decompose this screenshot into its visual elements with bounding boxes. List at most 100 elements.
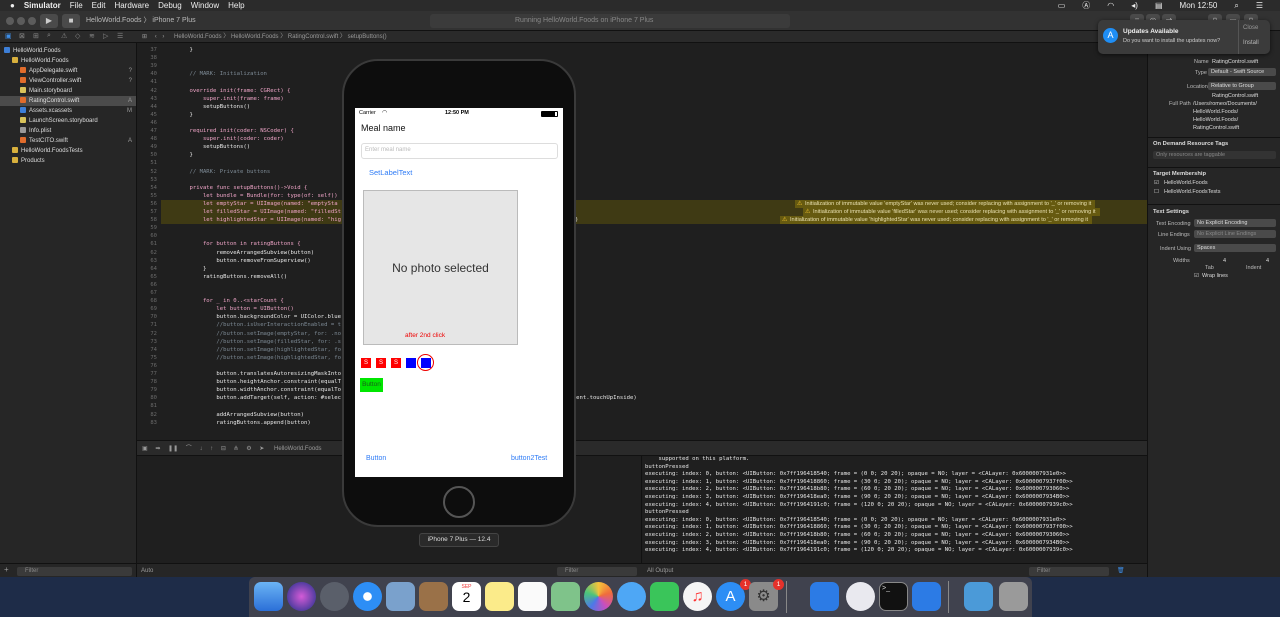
apple-menu-icon[interactable]: ● — [10, 1, 15, 10]
navigator-item[interactable]: Info.plist — [0, 126, 136, 136]
navigator-item[interactable]: HelloWorld.FoodsTests — [0, 146, 136, 156]
trash-icon[interactable] — [999, 582, 1028, 611]
launchpad-icon[interactable] — [320, 582, 349, 611]
environment-icon[interactable]: ⚙ — [246, 446, 251, 452]
breakpoints-toggle-icon[interactable]: ➡ — [155, 446, 160, 452]
indent-select[interactable]: Spaces — [1194, 244, 1276, 252]
location-select[interactable]: Relative to Group — [1208, 82, 1276, 90]
set-label-text-button[interactable]: SetLabelText — [369, 168, 412, 177]
tab-width-value[interactable]: 4 — [1194, 258, 1226, 264]
bottom-left-button[interactable]: Button — [366, 455, 386, 462]
rating-star-button[interactable]: S — [361, 358, 371, 368]
source-control-icon[interactable]: ⊠ — [19, 32, 25, 40]
membership-checkbox-checked[interactable]: ☑ — [1154, 180, 1159, 186]
terminal-icon[interactable]: >_ — [879, 582, 908, 611]
scheme-selector[interactable]: HelloWorld.Foods 〉 iPhone 7 Plus — [86, 14, 196, 28]
symbol-icon[interactable]: ⊞ — [33, 32, 39, 40]
membership-checkbox[interactable]: ☐ — [1154, 189, 1159, 195]
jump-item-method[interactable]: setupButtons() — [348, 34, 387, 40]
navigator-item[interactable]: HelloWorld.Foods — [0, 46, 136, 56]
output-selector[interactable]: All Output — [647, 564, 673, 578]
forward-icon[interactable]: › — [162, 34, 164, 40]
back-icon[interactable]: ‹ — [155, 34, 157, 40]
safari-icon[interactable] — [353, 582, 382, 611]
console-output[interactable]: supported on this platform. buttonPressed… — [643, 456, 1147, 563]
notes-icon[interactable] — [485, 582, 514, 611]
view-hierarchy-icon[interactable]: ⊟ — [221, 446, 226, 452]
jump-item-project[interactable]: HelloWorld.Foods — [174, 34, 222, 40]
test-icon[interactable]: ◇ — [75, 32, 80, 40]
reminders-icon[interactable] — [518, 582, 547, 611]
navigator-item[interactable]: TestCITO.swift A — [0, 136, 136, 146]
network-utility-icon[interactable] — [846, 582, 875, 611]
volume-icon[interactable]: ◂) — [1131, 1, 1138, 10]
encoding-select[interactable]: No Explicit Encoding — [1194, 219, 1276, 227]
downloads-folder-icon[interactable] — [964, 582, 993, 611]
menu-hardware[interactable]: Hardware — [114, 1, 149, 10]
flag-icon[interactable]: ▤ — [1155, 1, 1163, 10]
notification-center-icon[interactable]: ☰ — [1256, 1, 1263, 10]
step-in-icon[interactable]: ↓ — [199, 446, 202, 452]
photo-image-view[interactable]: No photo selected after 2nd click — [363, 190, 518, 345]
variables-filter-input[interactable]: Filter — [557, 567, 637, 576]
green-button[interactable]: Button — [360, 378, 383, 392]
menu-window[interactable]: Window — [191, 1, 219, 10]
rating-star-button[interactable]: S — [376, 358, 386, 368]
related-items-icon[interactable]: ⊞ — [142, 34, 147, 40]
add-icon[interactable]: + — [4, 565, 9, 574]
location-icon[interactable]: ➤ — [259, 446, 264, 452]
debug-icon[interactable]: ≋ — [89, 32, 95, 40]
warning-message[interactable]: Initialization of immutable value 'fille… — [803, 208, 1100, 216]
name-value[interactable]: RatingControl.swift — [1212, 59, 1258, 65]
step-over-icon[interactable]: ⌒ — [186, 446, 192, 452]
xcode-app-icon[interactable] — [912, 582, 941, 611]
music-icon[interactable]: ♫ — [683, 582, 712, 611]
warning-message[interactable]: Initialization of immutable value 'highl… — [780, 216, 1093, 225]
type-select[interactable]: Default - Swift Source — [1208, 68, 1276, 76]
home-button[interactable] — [443, 486, 475, 518]
hide-debug-icon[interactable]: ▣ — [142, 446, 148, 452]
find-icon[interactable]: ⌕ — [47, 32, 51, 40]
mail-icon[interactable] — [386, 582, 415, 611]
meal-name-input[interactable]: Enter meal name — [361, 143, 558, 159]
pause-icon[interactable]: ❚❚ — [168, 446, 178, 452]
notification-close-button[interactable]: Close — [1243, 25, 1258, 31]
calendar-icon[interactable]: SEP 2 — [452, 582, 481, 611]
maps-icon[interactable] — [551, 582, 580, 611]
memory-graph-icon[interactable]: ⋔ — [234, 446, 239, 452]
rating-star-button[interactable]: S — [391, 358, 401, 368]
simulator-screen[interactable]: Carrier ◠ 12:50 PM Meal name Enter meal … — [355, 108, 563, 477]
navigator-item[interactable]: HelloWorld.Foods — [0, 56, 136, 66]
issue-icon[interactable]: ⚠ — [61, 32, 67, 40]
debug-target[interactable]: HelloWorld.Foods — [274, 446, 322, 452]
run-button[interactable]: ▶ — [40, 14, 58, 28]
report-icon[interactable]: ☰ — [117, 32, 123, 40]
jump-item-file[interactable]: RatingControl.swift — [288, 34, 338, 40]
wifi-icon[interactable]: ◠ — [1107, 1, 1114, 10]
auto-selector[interactable]: Auto — [141, 564, 153, 578]
xcode-icon[interactable] — [810, 582, 839, 611]
notification-install-button[interactable]: Install — [1243, 40, 1259, 46]
step-out-icon[interactable]: ↑ — [210, 446, 213, 452]
menu-app-name[interactable]: Simulator — [24, 1, 61, 10]
window-minimize-button[interactable] — [17, 17, 25, 25]
finder-icon[interactable] — [254, 582, 283, 611]
window-close-button[interactable] — [6, 17, 14, 25]
rating-star-button[interactable] — [406, 358, 416, 368]
line-endings-select[interactable]: No Explicit Line Endings — [1194, 230, 1276, 238]
navigator-item[interactable]: RatingControl.swift A — [0, 96, 136, 106]
breakpoint-icon[interactable]: ▷ — [103, 32, 108, 40]
menu-edit[interactable]: Edit — [92, 1, 106, 10]
warning-message[interactable]: Initialization of immutable value 'empty… — [795, 199, 1096, 208]
folder-icon[interactable]: ▣ — [5, 32, 12, 40]
contacts-icon[interactable] — [419, 582, 448, 611]
navigator-item[interactable]: ViewController.swift? — [0, 76, 136, 86]
odr-tags-input[interactable]: Only resources are taggable — [1153, 151, 1276, 159]
display-icon[interactable]: ▭ — [1058, 1, 1066, 10]
button2-test-button[interactable]: button2Test — [511, 455, 547, 462]
photos-icon[interactable] — [584, 582, 613, 611]
wrap-lines-checkbox[interactable]: ☑ — [1194, 273, 1199, 279]
menu-file[interactable]: File — [70, 1, 83, 10]
navigator-item[interactable]: Products — [0, 156, 136, 166]
siri-icon[interactable] — [287, 582, 316, 611]
